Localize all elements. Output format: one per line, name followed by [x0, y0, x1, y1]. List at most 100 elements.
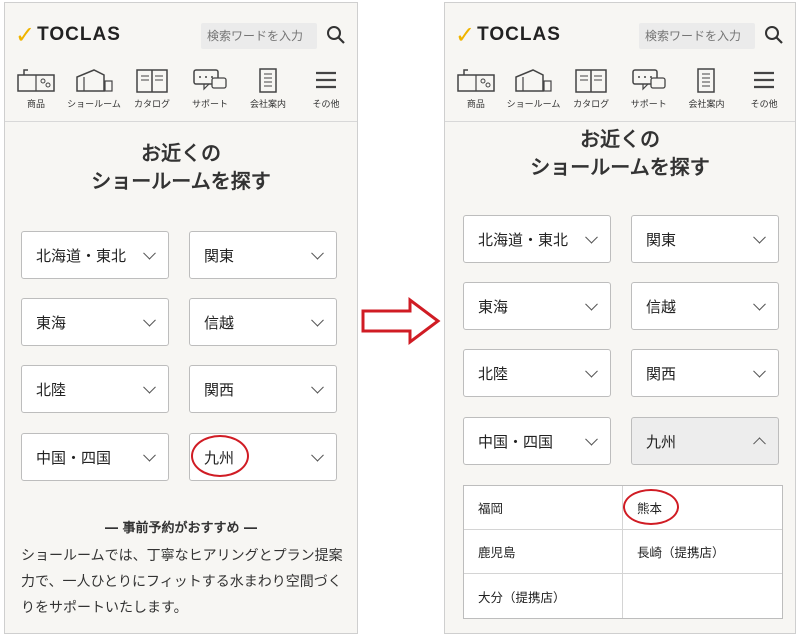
region-label: 北海道・東北 [36, 246, 127, 265]
chevron-down-icon [753, 364, 766, 378]
region-label: 北陸 [36, 380, 67, 399]
nav-label: カタログ [133, 100, 170, 110]
region-chugoku-shikoku[interactable]: 中国・四国 [21, 433, 169, 481]
region-label: 東海 [36, 313, 67, 332]
nav-item-products[interactable]: 商品 [8, 67, 64, 110]
region-label: 中国・四国 [36, 448, 112, 467]
page-title: お近くの ショールームを探す [5, 139, 357, 195]
chevron-down-icon [753, 297, 766, 311]
main-nav: 商品 ショールーム カタログ サポート 会社案内 その他 [445, 67, 795, 110]
screen-after: ✓ TOCLAS 商品 ショールーム カタログ サポート [444, 2, 796, 634]
chevron-down-icon [143, 246, 156, 260]
region-label: 関西 [646, 364, 677, 383]
nav-label: サポート [191, 100, 228, 110]
nav-label: カタログ [573, 100, 610, 110]
nav-item-other[interactable]: その他 [298, 67, 354, 110]
brand-name: TOCLAS [37, 24, 121, 45]
region-hokuriku[interactable]: 北陸 [463, 349, 611, 397]
region-label: 信越 [204, 313, 235, 332]
search-icon[interactable] [325, 23, 347, 47]
toclas-logo[interactable]: ✓ TOCLAS [15, 23, 121, 47]
nav-item-other[interactable]: その他 [736, 67, 792, 110]
search-box[interactable] [639, 23, 755, 49]
nav-item-company[interactable]: 会社案内 [240, 67, 296, 110]
menu-icon [754, 71, 775, 89]
nav-item-support[interactable]: サポート [182, 67, 238, 110]
nav-item-catalog[interactable]: カタログ [563, 67, 619, 110]
chevron-down-icon [585, 230, 598, 244]
search-icon[interactable] [763, 23, 785, 47]
building-icon [697, 68, 716, 93]
empty-cell [623, 574, 782, 618]
chevron-down-icon [311, 380, 324, 394]
check-logo-icon: ✓ [15, 21, 36, 49]
region-kanto[interactable]: 関東 [189, 231, 337, 279]
chevron-down-icon [311, 448, 324, 462]
nav-item-support[interactable]: サポート [621, 67, 677, 110]
region-kansai[interactable]: 関西 [189, 365, 337, 413]
chevron-down-icon [585, 297, 598, 311]
region-tokai[interactable]: 東海 [21, 298, 169, 346]
check-logo-icon: ✓ [455, 21, 476, 49]
page-title: お近くの ショールームを探す [445, 125, 795, 181]
search-input[interactable] [639, 23, 755, 49]
chevron-up-icon [753, 437, 766, 451]
region-kyushu[interactable]: 九州 [631, 417, 779, 465]
support-icon [632, 69, 666, 91]
nav-item-catalog[interactable]: カタログ [124, 67, 180, 110]
toclas-logo[interactable]: ✓ TOCLAS [455, 23, 561, 47]
showroom-icon [76, 69, 113, 92]
region-chugoku-shikoku[interactable]: 中国・四国 [463, 417, 611, 465]
region-label: 関東 [204, 246, 235, 265]
nav-label: 商品 [26, 100, 45, 110]
showroom-link-fukuoka[interactable]: 福岡 [464, 486, 623, 530]
chevron-down-icon [311, 313, 324, 327]
nav-item-showroom[interactable]: ショールーム [66, 67, 122, 110]
region-label: 信越 [646, 297, 677, 316]
site-header: ✓ TOCLAS 商品 ショールーム カタログ サポート [5, 3, 357, 122]
region-shinetsu[interactable]: 信越 [189, 298, 337, 346]
building-icon [259, 68, 277, 93]
region-kanto[interactable]: 関東 [631, 215, 779, 263]
nav-item-showroom[interactable]: ショールーム [505, 67, 561, 110]
region-label: 東海 [478, 297, 509, 316]
showroom-link-nagasaki[interactable]: 長崎（提携店） [623, 530, 782, 574]
showroom-link-oita[interactable]: 大分（提携店） [464, 574, 623, 618]
region-hokkaido-tohoku[interactable]: 北海道・東北 [463, 215, 611, 263]
reservation-heading: ― 事前予約がおすすめ ― [104, 521, 258, 536]
region-label: 九州 [646, 432, 677, 451]
transition-arrow-icon [361, 297, 441, 345]
chevron-down-icon [753, 230, 766, 244]
region-hokkaido-tohoku[interactable]: 北海道・東北 [21, 231, 169, 279]
highlight-circle [191, 435, 249, 477]
nav-label: 商品 [466, 100, 485, 110]
nav-label: ショールーム [506, 100, 561, 110]
catalog-icon [136, 69, 168, 93]
nav-label: サポート [630, 100, 667, 110]
nav-label: その他 [312, 100, 340, 110]
region-hokuriku[interactable]: 北陸 [21, 365, 169, 413]
nav-label: ショールーム [67, 100, 121, 110]
region-shinetsu[interactable]: 信越 [631, 282, 779, 330]
menu-icon [316, 71, 336, 89]
search-input[interactable] [201, 23, 317, 49]
showroom-icon [515, 69, 553, 92]
nav-label: その他 [750, 100, 778, 110]
region-label: 北海道・東北 [478, 230, 569, 249]
support-icon [193, 69, 227, 91]
chevron-down-icon [585, 364, 598, 378]
region-tokai[interactable]: 東海 [463, 282, 611, 330]
region-label: 中国・四国 [478, 432, 554, 451]
search-box[interactable] [201, 23, 317, 49]
nav-item-company[interactable]: 会社案内 [678, 67, 734, 110]
title-line: お近くの [580, 127, 660, 151]
screen-before: ✓ TOCLAS 商品 ショールーム カタログ サポート [4, 2, 358, 634]
chevron-down-icon [311, 246, 324, 260]
showroom-link-kagoshima[interactable]: 鹿児島 [464, 530, 623, 574]
region-label: 北陸 [478, 364, 509, 383]
highlight-circle [623, 489, 679, 525]
site-header: ✓ TOCLAS 商品 ショールーム カタログ サポート [445, 3, 795, 122]
region-kansai[interactable]: 関西 [631, 349, 779, 397]
reservation-text: ショールームでは、丁寧なヒアリングとプラン提案力で、一人ひとりにフィットする水ま… [21, 548, 343, 616]
nav-item-products[interactable]: 商品 [448, 67, 504, 110]
